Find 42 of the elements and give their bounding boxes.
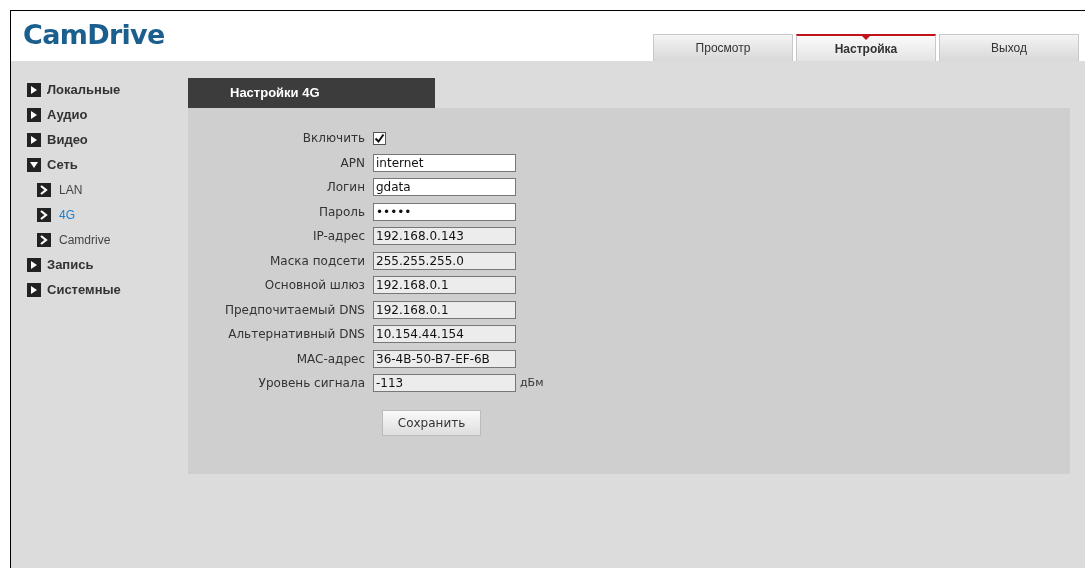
- sidebar-item[interactable]: Системные: [47, 279, 121, 300]
- checkbox[interactable]: [373, 131, 386, 145]
- sidebar-subitem[interactable]: Camdrive: [59, 230, 111, 249]
- sidebar-item[interactable]: Локальные: [47, 79, 121, 100]
- field-label: Логин: [325, 179, 366, 197]
- save-button[interactable]: Сохранить: [382, 409, 481, 436]
- input-field[interactable]: •••••: [373, 202, 516, 221]
- sidebar-item[interactable]: Сеть: [47, 154, 78, 175]
- input-field[interactable]: 192.168.0.1: [373, 300, 516, 319]
- unit-label: дБм: [520, 375, 544, 391]
- input-field[interactable]: 255.255.255.0: [373, 251, 516, 270]
- field-label: Альтернативный DNS: [227, 326, 366, 344]
- nav-tab[interactable]: Выход: [939, 34, 1079, 61]
- field-label: Пароль: [317, 203, 366, 221]
- input-field[interactable]: 36-4B-50-B7-EF-6B: [373, 349, 516, 368]
- check-icon: [374, 132, 385, 144]
- field-label: Уровень сигнала: [257, 375, 366, 393]
- panel-title: Настройки 4G: [188, 78, 435, 108]
- sidebar-item[interactable]: Видео: [47, 129, 88, 150]
- tab-pointer-icon: [861, 35, 871, 40]
- field-label: IP-адрес: [311, 228, 366, 246]
- input-field[interactable]: internet: [373, 153, 516, 172]
- field-label: Предпочитаемый DNS: [223, 301, 366, 319]
- field-label: Основной шлюз: [263, 277, 366, 295]
- nav-tab[interactable]: Настройка: [796, 34, 936, 61]
- input-field[interactable]: -113: [373, 374, 516, 393]
- chevron-icon: [37, 232, 51, 247]
- sidebar-item[interactable]: Аудио: [47, 104, 88, 125]
- field-label: MAC-адрес: [295, 350, 366, 368]
- field-label: Маска подсети: [269, 252, 366, 270]
- input-field[interactable]: 192.168.0.143: [373, 227, 516, 246]
- nav-tab[interactable]: Просмотр: [653, 34, 793, 61]
- field-label: Включить: [301, 130, 366, 148]
- chevron-icon: [37, 207, 51, 222]
- input-field[interactable]: 10.154.44.154: [373, 325, 516, 344]
- sidebar-item[interactable]: Запись: [47, 254, 94, 275]
- logo: CamDrive: [23, 17, 165, 52]
- input-field[interactable]: gdata: [373, 178, 516, 197]
- field-label: APN: [339, 154, 366, 172]
- input-field[interactable]: 192.168.0.1: [373, 276, 516, 295]
- sidebar-subitem[interactable]: LAN: [59, 180, 83, 199]
- chevron-icon: [37, 182, 51, 197]
